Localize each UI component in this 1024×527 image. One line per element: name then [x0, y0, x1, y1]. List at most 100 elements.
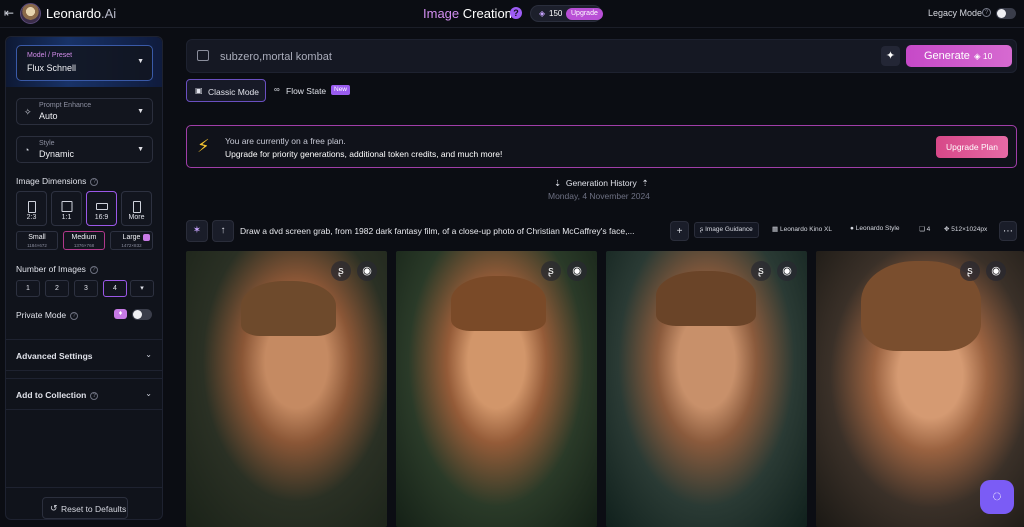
collection-help-icon[interactable]: ?: [90, 391, 99, 400]
size-label: Small: [28, 234, 46, 241]
ratio-label: 1:1: [61, 214, 72, 221]
num-images-2-button[interactable]: 2: [45, 280, 69, 297]
upgrade-badge[interactable]: Upgrade: [566, 8, 603, 20]
flow-state-label: Flow State: [286, 86, 327, 96]
style-label: Style: [39, 140, 55, 147]
brand-suffix: .Ai: [100, 6, 117, 21]
help-icon[interactable]: ?: [510, 7, 522, 19]
generate-cost: ◈ 10: [974, 51, 992, 62]
sort-icon: ⇣: [554, 178, 562, 188]
image-guidance-icon[interactable]: ʂ: [541, 261, 561, 281]
token-icon: ◈: [539, 9, 546, 18]
size-label: Medium: [71, 234, 97, 241]
remix-icon[interactable]: ✶: [186, 220, 208, 242]
generated-image[interactable]: ʂ ◉: [186, 251, 387, 527]
hair-shape: [656, 271, 756, 326]
eye-icon[interactable]: ◉: [567, 261, 587, 281]
style-icon: ●: [850, 225, 854, 232]
upgrade-plan-button[interactable]: Upgrade Plan: [936, 136, 1008, 158]
generation-history-heading: ⇣ Generation History ⇡: [554, 178, 649, 189]
num-images-3-button[interactable]: 3: [74, 280, 98, 297]
prompt-enhance-select[interactable]: ✧ Prompt Enhance Auto ▼: [16, 98, 153, 125]
style-chip-label: Leonardo Style: [855, 225, 900, 232]
user-avatar[interactable]: [20, 3, 41, 24]
hair-shape: [241, 281, 336, 336]
count-label: 4: [926, 226, 931, 233]
token-icon: ◈: [974, 51, 981, 61]
square-icon: [61, 201, 72, 212]
token-count: 150: [549, 9, 563, 18]
token-balance[interactable]: ◈ 150 Upgrade: [530, 5, 603, 22]
chevron-down-icon: ⌄: [145, 389, 152, 398]
ratio-label: 2:3: [26, 214, 37, 221]
more-options-icon[interactable]: ⋯: [999, 221, 1017, 241]
hair-shape: [451, 276, 546, 331]
size-dims: 1472×832: [121, 243, 142, 248]
eye-icon[interactable]: ◉: [357, 261, 377, 281]
title-part1: Image: [423, 6, 460, 21]
resolution-label: 512×1024px: [951, 226, 988, 233]
eye-icon[interactable]: ◉: [777, 261, 797, 281]
model-thumb-icon: ▦: [772, 226, 779, 233]
generate-button[interactable]: Generate ◈ 10: [906, 45, 1012, 67]
tab-flow-state[interactable]: ∞ Flow State New: [266, 79, 357, 102]
image-guidance-icon[interactable]: ʂ: [751, 261, 771, 281]
generated-image[interactable]: ʂ ◉: [396, 251, 597, 527]
legacy-help-icon[interactable]: ?: [982, 8, 991, 17]
ratio-label: More: [128, 214, 145, 221]
advanced-settings-label: Advanced Settings: [16, 351, 93, 361]
image-dimensions-heading: Image Dimensions?: [16, 176, 99, 186]
private-mode-toggle[interactable]: [132, 309, 152, 320]
private-mode-help-icon[interactable]: ?: [70, 311, 79, 320]
num-images-4-button[interactable]: 4: [103, 280, 127, 297]
private-mode-label: Private Mode: [16, 310, 67, 320]
size-small-button[interactable]: Small 1184×672: [16, 231, 58, 250]
reset-defaults-button[interactable]: ↺ Reset to Defaults: [42, 497, 128, 519]
sparkle-icon: ✧: [24, 107, 32, 117]
prompt-enhance-label: Prompt Enhance: [39, 102, 92, 109]
back-arrow-icon[interactable]: ⇤: [4, 6, 18, 20]
size-large-button[interactable]: Large 1472×832: [110, 231, 153, 250]
image-guidance-chip[interactable]: ʂ Image Guidance: [694, 222, 759, 238]
size-medium-button[interactable]: Medium 1376×768: [63, 231, 105, 250]
num-images-1-button[interactable]: 1: [16, 280, 40, 297]
add-to-collection-heading: Add to Collection?: [16, 390, 99, 400]
dimensions-help-icon[interactable]: ?: [90, 177, 99, 186]
add-icon[interactable]: +: [670, 221, 689, 241]
ratio-2-3-button[interactable]: 2:3: [16, 191, 47, 226]
legacy-mode-label: Legacy Mode: [928, 8, 983, 18]
ratio-1-1-button[interactable]: 1:1: [51, 191, 82, 226]
num-images-more-button[interactable]: ▾: [130, 280, 154, 297]
generation-prompt[interactable]: Draw a dvd screen grab, from 1982 dark f…: [240, 226, 660, 236]
chevron-down-icon: ▼: [137, 108, 144, 115]
model-preset-select[interactable]: Model / Preset Flux Schnell ▼: [16, 45, 153, 81]
image-guidance-icon[interactable]: ʂ: [960, 261, 980, 281]
tab-classic-mode[interactable]: ▣ Classic Mode: [186, 79, 266, 102]
legacy-mode-toggle[interactable]: [996, 8, 1016, 19]
ratio-16-9-button[interactable]: 16:9: [86, 191, 117, 226]
add-to-collection-section[interactable]: Add to Collection? ⌄: [6, 378, 162, 410]
eye-icon[interactable]: ◉: [986, 261, 1006, 281]
prompt-magic-icon[interactable]: ✦: [881, 46, 900, 66]
ratio-more-button[interactable]: More: [121, 191, 152, 226]
private-mode-heading: Private Mode?: [16, 310, 79, 320]
landscape-icon: [95, 203, 108, 210]
more-ratios-icon: [132, 201, 141, 213]
size-dims: 1184×672: [27, 243, 47, 248]
classic-mode-icon: ▣: [195, 86, 203, 95]
portrait-icon: [27, 201, 36, 213]
prompt-input[interactable]: subzero,mortal kombat: [220, 51, 332, 63]
prompt-enhance-value: Auto: [39, 111, 58, 121]
generated-image[interactable]: ʂ ◉: [606, 251, 807, 527]
chat-support-icon[interactable]: ◌: [980, 480, 1014, 514]
image-upload-icon[interactable]: [197, 50, 209, 61]
num-images-help-icon[interactable]: ?: [89, 265, 98, 274]
resolution-chip: ✥ 512×1024px: [944, 225, 987, 233]
image-guidance-icon[interactable]: ʂ: [331, 261, 351, 281]
brand-logo[interactable]: Leonardo.Ai: [46, 6, 116, 21]
image-guidance-label: Image Guidance: [705, 226, 753, 233]
advanced-settings-section[interactable]: Advanced Settings ⌄: [6, 339, 162, 371]
infinity-icon: ∞: [274, 85, 280, 94]
reuse-prompt-icon[interactable]: ↑: [212, 220, 234, 242]
style-select[interactable]: ◔ Style Dynamic ▼: [16, 136, 153, 163]
